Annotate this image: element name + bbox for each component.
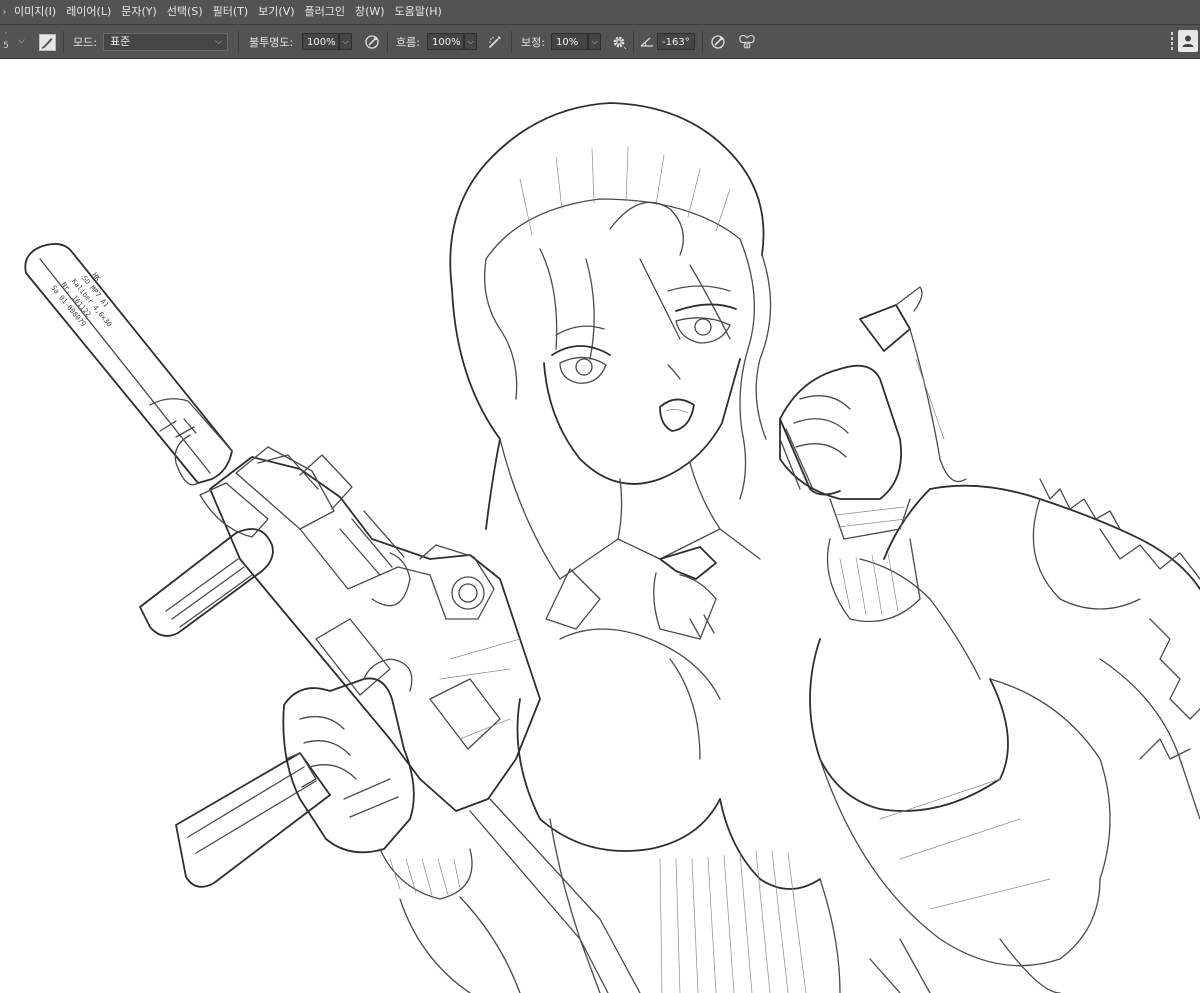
gun-body: [209, 446, 641, 993]
magazine: [175, 752, 331, 888]
options-divider: [63, 31, 64, 53]
brush-angle-input[interactable]: -163°: [657, 33, 695, 50]
opacity-input[interactable]: 100%: [302, 33, 339, 50]
torso: [516, 628, 841, 993]
jacket: [809, 484, 1200, 993]
options-divider: [511, 31, 512, 53]
blend-mode-select[interactable]: 표준 ⌵: [103, 33, 228, 51]
menu-layer[interactable]: 레이어(L): [61, 0, 116, 24]
menu-type[interactable]: 문자(Y): [116, 0, 162, 24]
angle-icon: [638, 33, 656, 51]
head: [449, 102, 772, 580]
pressure-size-icon[interactable]: [709, 33, 727, 51]
brush-size-value: 5: [3, 41, 9, 51]
tool-options-bar: · 5 ⌵ 모드: 표준 ⌵ 불투명도: 100% ⌵ 흐름: 100% ⌵ 보…: [0, 25, 1200, 59]
flow-input[interactable]: 100%: [427, 33, 464, 50]
suppressor: HK SD MP7 A1 Kaliber 4,6x30 Nr. 161122 S…: [24, 243, 233, 486]
flow-dropdown-chevron-icon[interactable]: ⌵: [464, 33, 477, 50]
menu-overflow-icon[interactable]: ›: [0, 0, 9, 24]
blend-mode-value: 표준: [110, 35, 131, 48]
flow-label: 흐름:: [396, 36, 420, 49]
user-icon: [1182, 35, 1194, 47]
options-divider: [633, 31, 634, 53]
brush-preset-picker[interactable]: · 5: [0, 28, 12, 54]
left-hand: [282, 658, 521, 993]
gear-glyph: [613, 36, 627, 50]
smoothing-input[interactable]: 10%: [551, 33, 588, 50]
brush-settings-icon[interactable]: [37, 32, 57, 52]
panel-grip-icon[interactable]: [1170, 30, 1174, 54]
airbrush-icon[interactable]: [486, 33, 504, 51]
angle-glyph: [640, 37, 653, 47]
chevron-down-icon: ⌵: [215, 37, 222, 47]
menu-select[interactable]: 선택(S): [162, 0, 208, 24]
gear-icon[interactable]: [610, 33, 628, 51]
menu-view[interactable]: 보기(V): [253, 0, 299, 24]
foregrip: [139, 482, 274, 637]
suppressor-engraving: HK SD MP7 A1 Kaliber 4,6x30 Nr. 161122 S…: [49, 259, 131, 345]
options-divider: [387, 31, 388, 53]
mode-label: 모드:: [73, 36, 97, 49]
options-divider: [238, 31, 239, 53]
smoothing-label: 보정:: [521, 36, 545, 49]
menu-image[interactable]: 이미지(I): [9, 0, 61, 24]
opacity-label: 불투명도:: [249, 36, 294, 49]
line-art-drawing: HK SD MP7 A1 Kaliber 4,6x30 Nr. 161122 S…: [24, 102, 1200, 993]
collar: [545, 528, 761, 640]
share-user-button[interactable]: [1178, 30, 1198, 52]
menu-bar: › 이미지(I) 레이어(L) 문자(Y) 선택(S) 필터(T) 보기(V) …: [0, 0, 1200, 25]
airbrush-glyph: [489, 36, 501, 48]
menu-plugins[interactable]: 플러그인: [300, 0, 350, 24]
pressure-opacity-glyph: [365, 35, 379, 49]
document-canvas[interactable]: HK SD MP7 A1 Kaliber 4,6x30 Nr. 161122 S…: [0, 59, 1200, 993]
menu-window[interactable]: 창(W): [350, 0, 390, 24]
brush-preset-chevron-icon[interactable]: ⌵: [18, 36, 25, 46]
menu-filter[interactable]: 필터(T): [208, 0, 254, 24]
fur-trim: [1039, 478, 1200, 720]
smoothing-dropdown-chevron-icon[interactable]: ⌵: [588, 33, 601, 50]
opacity-dropdown-chevron-icon[interactable]: ⌵: [339, 33, 352, 50]
butterfly-symmetry-icon[interactable]: [738, 33, 756, 51]
grip-glyph: [1171, 32, 1173, 50]
brush-tip-dot: ·: [4, 29, 8, 39]
pressure-opacity-icon[interactable]: [363, 33, 381, 51]
right-hand-radio: [779, 286, 967, 623]
pressure-size-glyph: [711, 35, 725, 49]
butterfly-glyph: [739, 35, 755, 49]
brush-settings-glyph: [38, 33, 56, 51]
options-divider: [702, 31, 703, 53]
menu-help[interactable]: 도움말(H): [390, 0, 447, 24]
